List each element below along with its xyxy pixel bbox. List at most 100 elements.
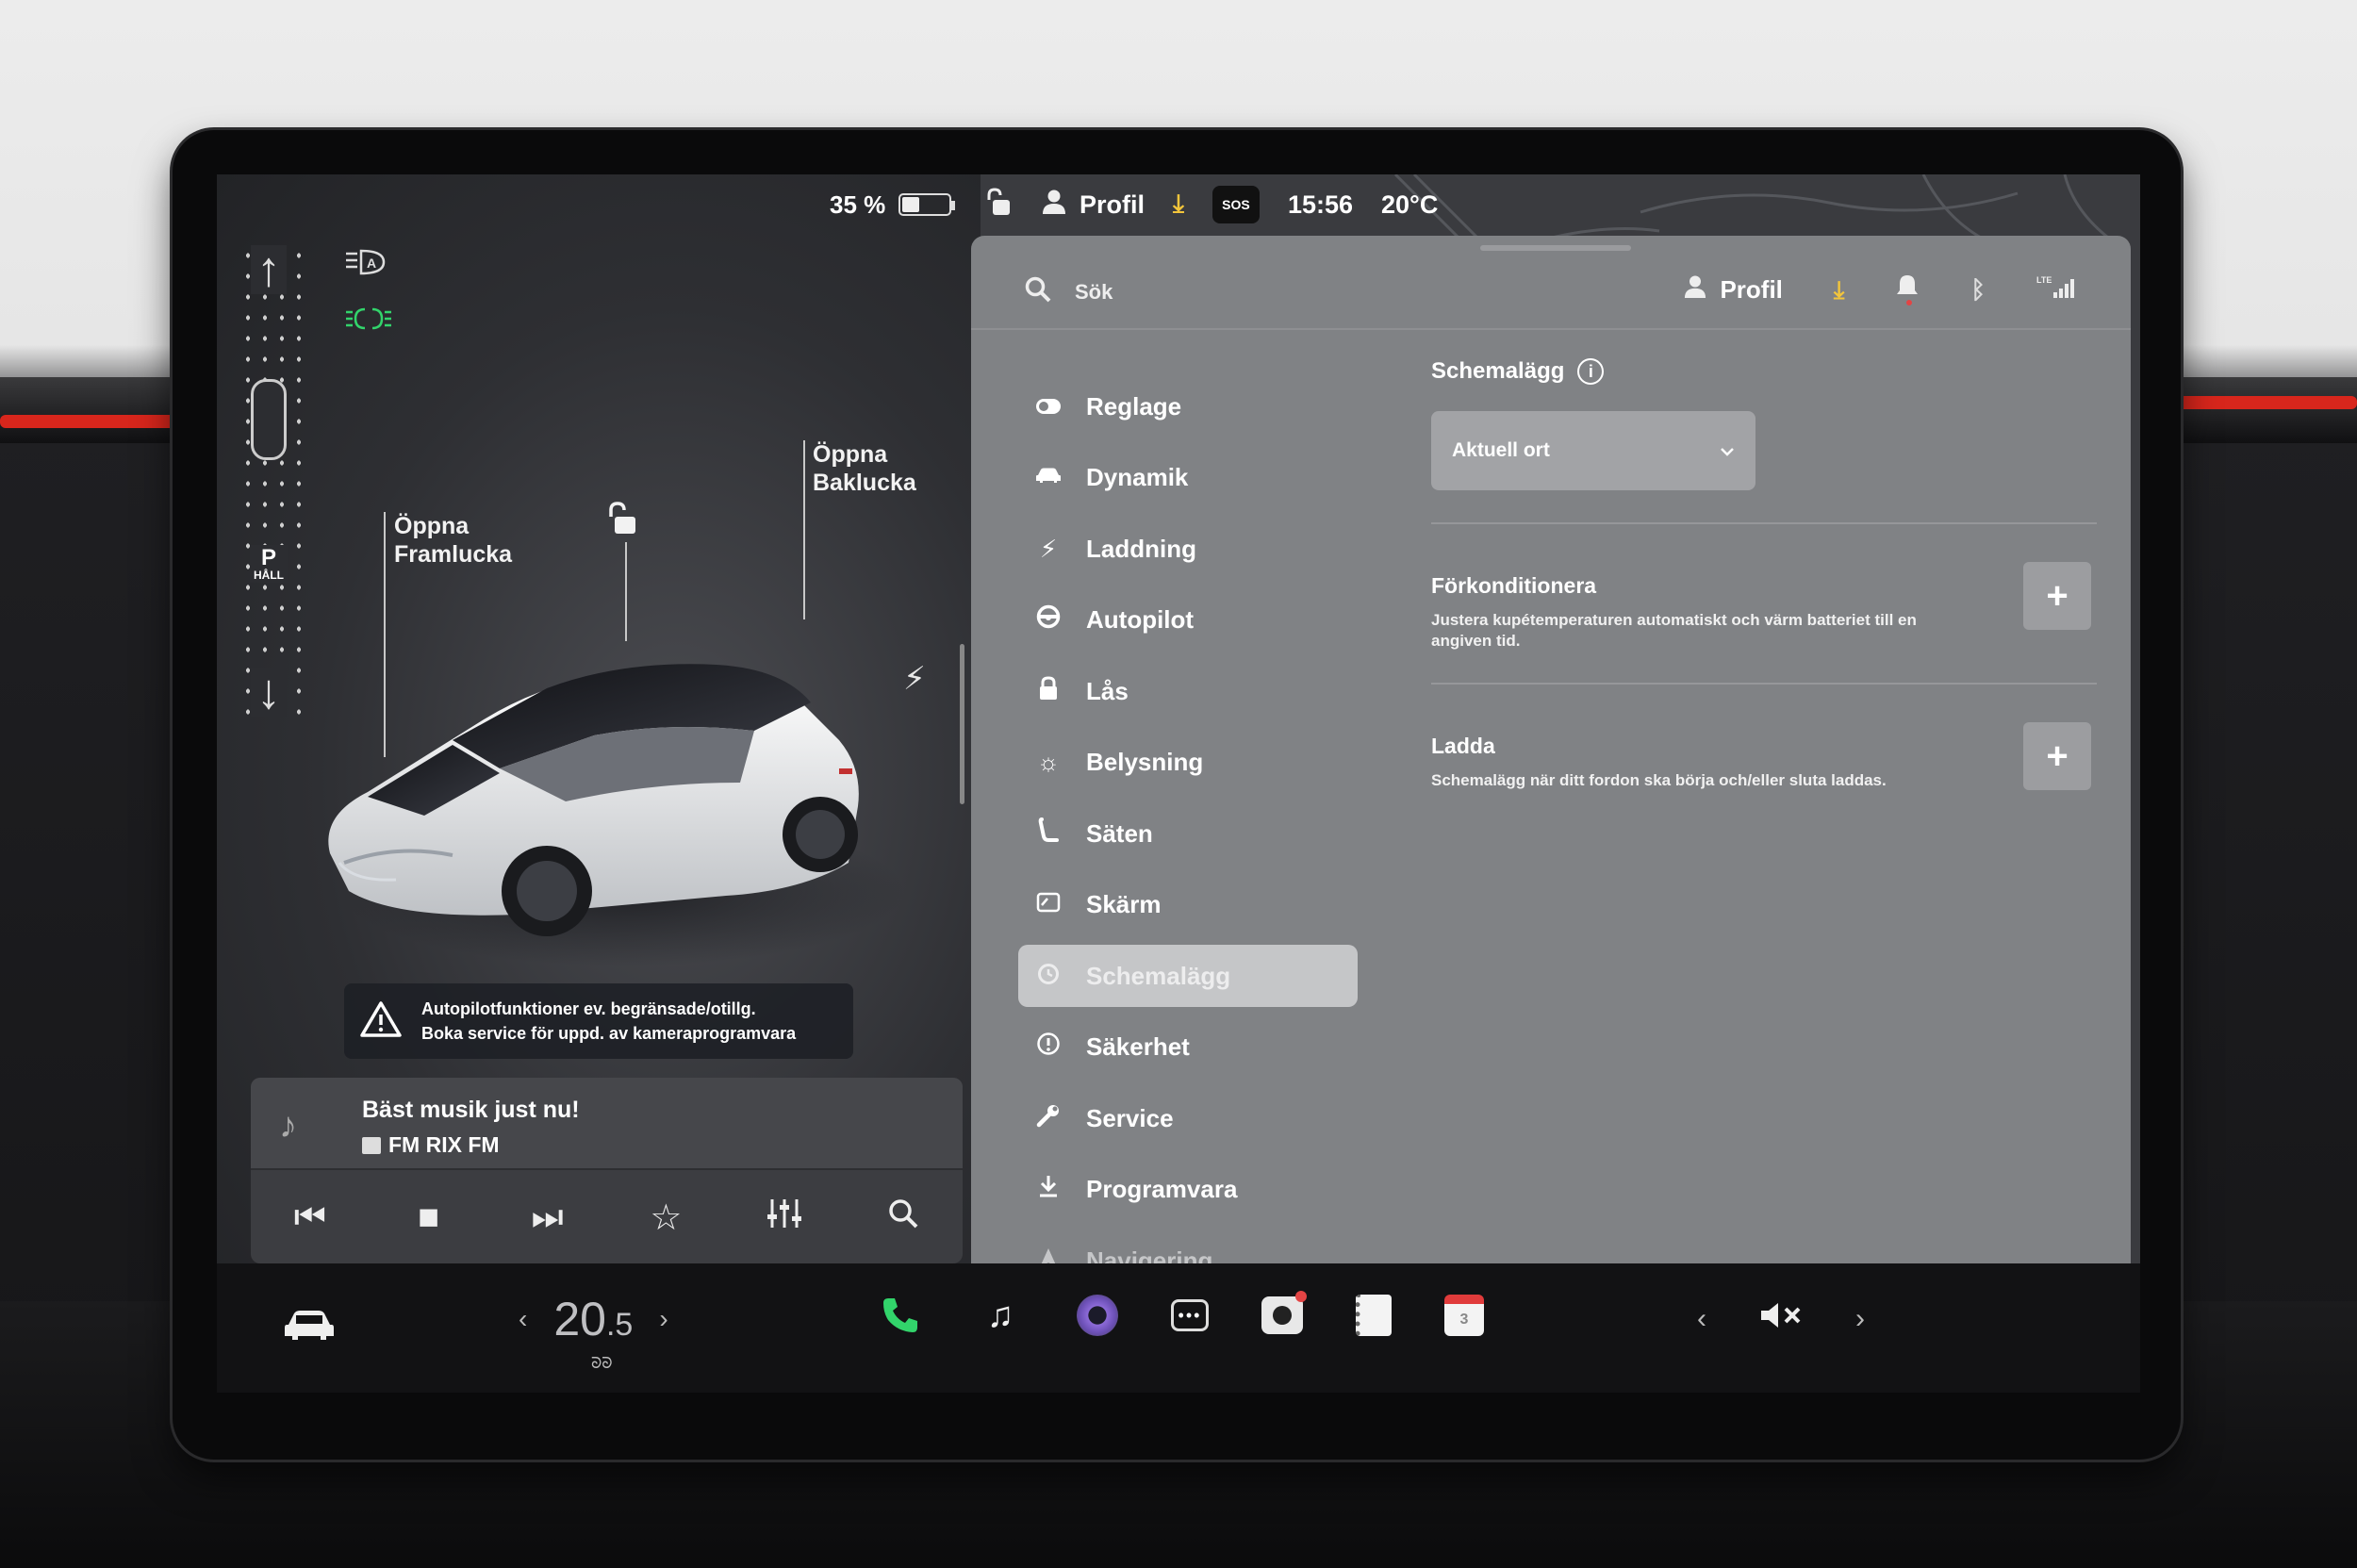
stop-icon[interactable]: ■ bbox=[401, 1197, 457, 1238]
bolt-icon: ⚡ bbox=[1039, 534, 1058, 563]
battery-icon bbox=[898, 193, 956, 216]
display-icon bbox=[1035, 890, 1062, 919]
option-description: Justera kupétemperaturen automatiskt och… bbox=[1431, 611, 1917, 651]
add-charging-schedule-button[interactable]: + bbox=[2023, 722, 2091, 790]
parking-lights-icon bbox=[344, 306, 393, 338]
location-dropdown[interactable]: Aktuell ort bbox=[1431, 411, 1755, 490]
person-icon bbox=[1684, 274, 1706, 305]
temp-increase-icon[interactable]: › bbox=[659, 1304, 668, 1334]
temp-decimal: .5 bbox=[605, 1307, 634, 1343]
settings-panel: Profil ⤓ ᛒ LTE Reglage Dynamik ⚡ Laddning Au… bbox=[971, 236, 2131, 1275]
panel-scrollbar[interactable] bbox=[960, 644, 964, 804]
music-icon[interactable]: ♫ bbox=[977, 1292, 1024, 1339]
sun-icon: ☼ bbox=[1037, 748, 1060, 776]
nav-item-reglage[interactable]: Reglage bbox=[1018, 375, 1358, 437]
equalizer-icon[interactable] bbox=[756, 1197, 813, 1239]
clock: 15:56 bbox=[1287, 190, 1354, 219]
notification-bell-icon[interactable] bbox=[1895, 273, 1920, 306]
profile-status[interactable]: Profil bbox=[1042, 189, 1145, 222]
search-input[interactable] bbox=[1075, 275, 1452, 309]
seat-heater-icon[interactable]: ᘐᘐ bbox=[591, 1356, 613, 1373]
music-note-icon: ♪ bbox=[279, 1106, 297, 1146]
notes-icon[interactable] bbox=[1356, 1295, 1392, 1336]
song-title: Bäst musik just nu! bbox=[362, 1097, 580, 1123]
phone-icon[interactable] bbox=[877, 1292, 924, 1339]
arrow-down-icon[interactable]: ↓ bbox=[251, 668, 287, 717]
nav-item-schemalägg[interactable]: Schemalägg bbox=[1018, 945, 1358, 1007]
temp-decrease-icon[interactable]: ‹ bbox=[519, 1304, 527, 1334]
favorite-star-icon[interactable]: ☆ bbox=[637, 1197, 694, 1239]
nav-item-belysning[interactable]: ☼ Belysning bbox=[1018, 732, 1358, 794]
gear-selector[interactable]: ↑ P HÅLL ↓ bbox=[236, 245, 302, 717]
nav-label: Dynamik bbox=[1086, 463, 1189, 491]
nav-item-lås[interactable]: Lås bbox=[1018, 660, 1358, 722]
top-status-bar: Profil ⤓ SOS 15:56 20°C bbox=[985, 182, 2117, 227]
nav-item-autopilot[interactable]: Autopilot bbox=[1018, 589, 1358, 652]
nav-item-dynamik[interactable]: Dynamik bbox=[1018, 447, 1358, 509]
info-icon[interactable]: i bbox=[1577, 358, 1605, 385]
car-controls-icon[interactable] bbox=[283, 1301, 336, 1352]
dashcam-icon[interactable] bbox=[1261, 1291, 1307, 1334]
warning-triangle-icon bbox=[359, 1000, 403, 1043]
nav-item-skärm[interactable]: Skärm bbox=[1018, 874, 1358, 936]
app-launcher: ♫ ••• 3 bbox=[877, 1291, 1484, 1339]
profile-label: Profil bbox=[1080, 190, 1146, 219]
warning-line2: Boka service för uppd. av kameraprogramv… bbox=[421, 1024, 797, 1043]
toggle-icon bbox=[1035, 392, 1062, 421]
auto-headlight-icon[interactable]: A bbox=[344, 248, 393, 284]
unlock-status-icon[interactable] bbox=[985, 187, 1014, 223]
vehicle-panel: 35 % ↑ P HÅLL ↓ A Öppna Framlucka Öppna … bbox=[217, 174, 981, 1263]
bluetooth-icon[interactable]: ᛒ bbox=[1970, 275, 1986, 305]
download-icon bbox=[1035, 1174, 1062, 1205]
option-charging: Ladda Schemalägg när ditt fordon ska bör… bbox=[1431, 685, 2091, 843]
sos-button[interactable]: SOS bbox=[1211, 186, 1260, 223]
nav-item-service[interactable]: Service bbox=[1018, 1087, 1358, 1149]
dashboard-ambient-light-right bbox=[2150, 396, 2357, 409]
calendar-day: 3 bbox=[1459, 1312, 1469, 1328]
nav-item-laddning[interactable]: ⚡ Laddning bbox=[1018, 518, 1358, 580]
nav-item-programvara[interactable]: Programvara bbox=[1018, 1159, 1358, 1221]
lte-signal-icon: LTE bbox=[2036, 274, 2074, 305]
autopilot-warning[interactable]: Autopilotfunktioner ev. begränsade/otill… bbox=[344, 983, 853, 1059]
wrench-icon bbox=[1035, 1103, 1062, 1134]
nav-item-säten[interactable]: Säten bbox=[1018, 802, 1358, 865]
svg-text:LTE: LTE bbox=[2036, 275, 2052, 285]
media-search-icon[interactable] bbox=[875, 1197, 931, 1239]
lock-icon bbox=[1035, 675, 1062, 707]
cabin-temperature[interactable]: 20.5 bbox=[553, 1292, 633, 1346]
lamp-status: A bbox=[344, 248, 393, 338]
camera-app-icon[interactable] bbox=[1077, 1295, 1118, 1336]
nav-item-säkerhet[interactable]: Säkerhet bbox=[1018, 1016, 1358, 1079]
person-icon bbox=[1042, 189, 1066, 222]
add-preconditioning-button[interactable]: + bbox=[2023, 562, 2091, 630]
skip-next-icon[interactable]: ⏭ bbox=[519, 1197, 576, 1238]
car-icon bbox=[1035, 463, 1062, 492]
nav-label: Lås bbox=[1086, 676, 1129, 705]
volume-decrease-icon[interactable]: ‹ bbox=[1697, 1303, 1706, 1335]
now-playing[interactable]: ♪ Bäst musik just nu! FM RIX FM bbox=[251, 1078, 963, 1170]
open-trunk-label[interactable]: Öppna Baklucka bbox=[813, 440, 916, 497]
nav-label: Säkerhet bbox=[1086, 1032, 1190, 1061]
settings-profile[interactable]: Profil bbox=[1684, 274, 1783, 305]
software-download-icon[interactable]: ⤓ bbox=[1834, 275, 1845, 305]
more-apps-icon[interactable]: ••• bbox=[1171, 1299, 1209, 1331]
open-frunk-label[interactable]: Öppna Framlucka bbox=[394, 512, 512, 569]
option-preconditioning: Förkonditionera Justera kupétemperaturen… bbox=[1431, 524, 2091, 683]
unlock-icon[interactable] bbox=[605, 500, 643, 542]
steering-wheel-icon bbox=[1035, 604, 1062, 635]
temp-whole: 20 bbox=[553, 1293, 606, 1345]
drag-handle[interactable] bbox=[1480, 245, 1631, 251]
mute-icon[interactable] bbox=[1759, 1299, 1803, 1339]
skip-previous-icon[interactable]: ⏮ bbox=[282, 1197, 338, 1238]
bottom-taskbar: ‹ 20.5 › ᘐᘐ ♫ ••• 3 ‹ › bbox=[217, 1263, 2140, 1393]
arrow-up-icon[interactable]: ↑ bbox=[251, 245, 287, 294]
volume-increase-icon[interactable]: › bbox=[1855, 1303, 1865, 1335]
outside-temperature: 20°C bbox=[1381, 190, 1439, 219]
calendar-icon[interactable]: 3 bbox=[1444, 1295, 1484, 1336]
radio-station-icon bbox=[362, 1136, 381, 1154]
climate-control: ‹ 20.5 › bbox=[519, 1292, 668, 1346]
chevron-down-icon bbox=[1720, 439, 1735, 462]
touchscreen: 35 % ↑ P HÅLL ↓ A Öppna Framlucka Öppna … bbox=[217, 174, 2140, 1393]
download-icon[interactable]: ⤓ bbox=[1173, 190, 1184, 220]
nav-label: Autopilot bbox=[1086, 605, 1195, 634]
